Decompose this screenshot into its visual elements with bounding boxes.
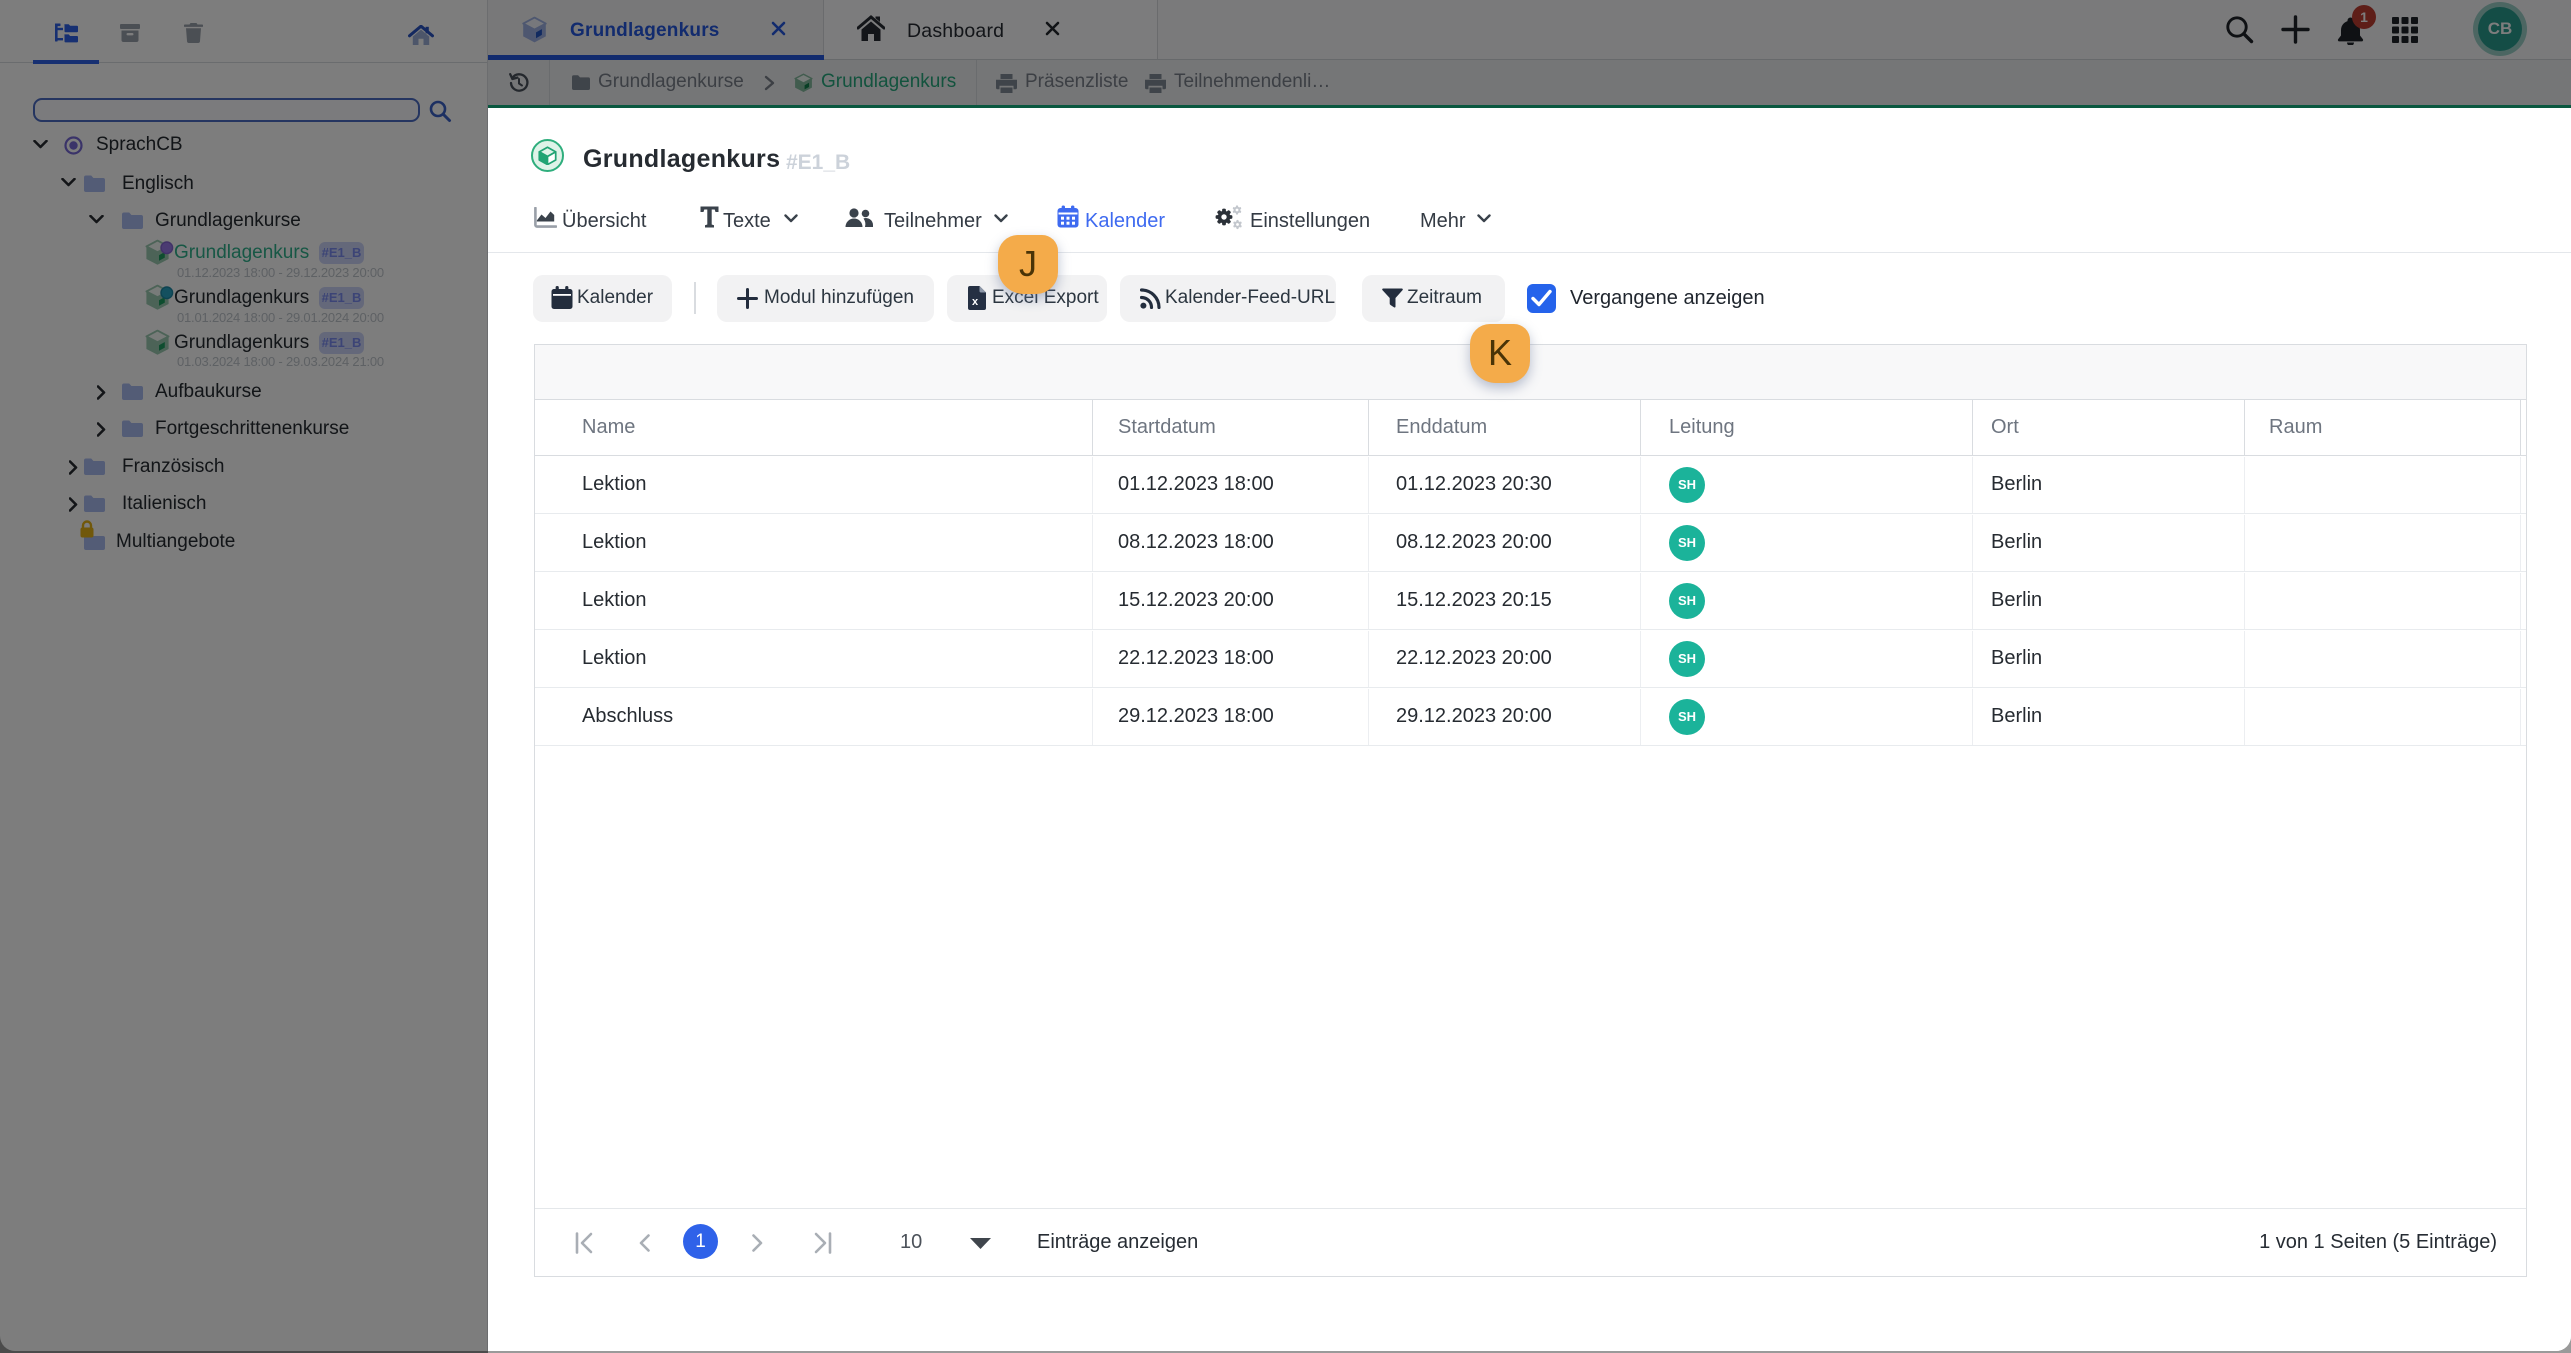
svg-text:x: x: [972, 296, 979, 308]
